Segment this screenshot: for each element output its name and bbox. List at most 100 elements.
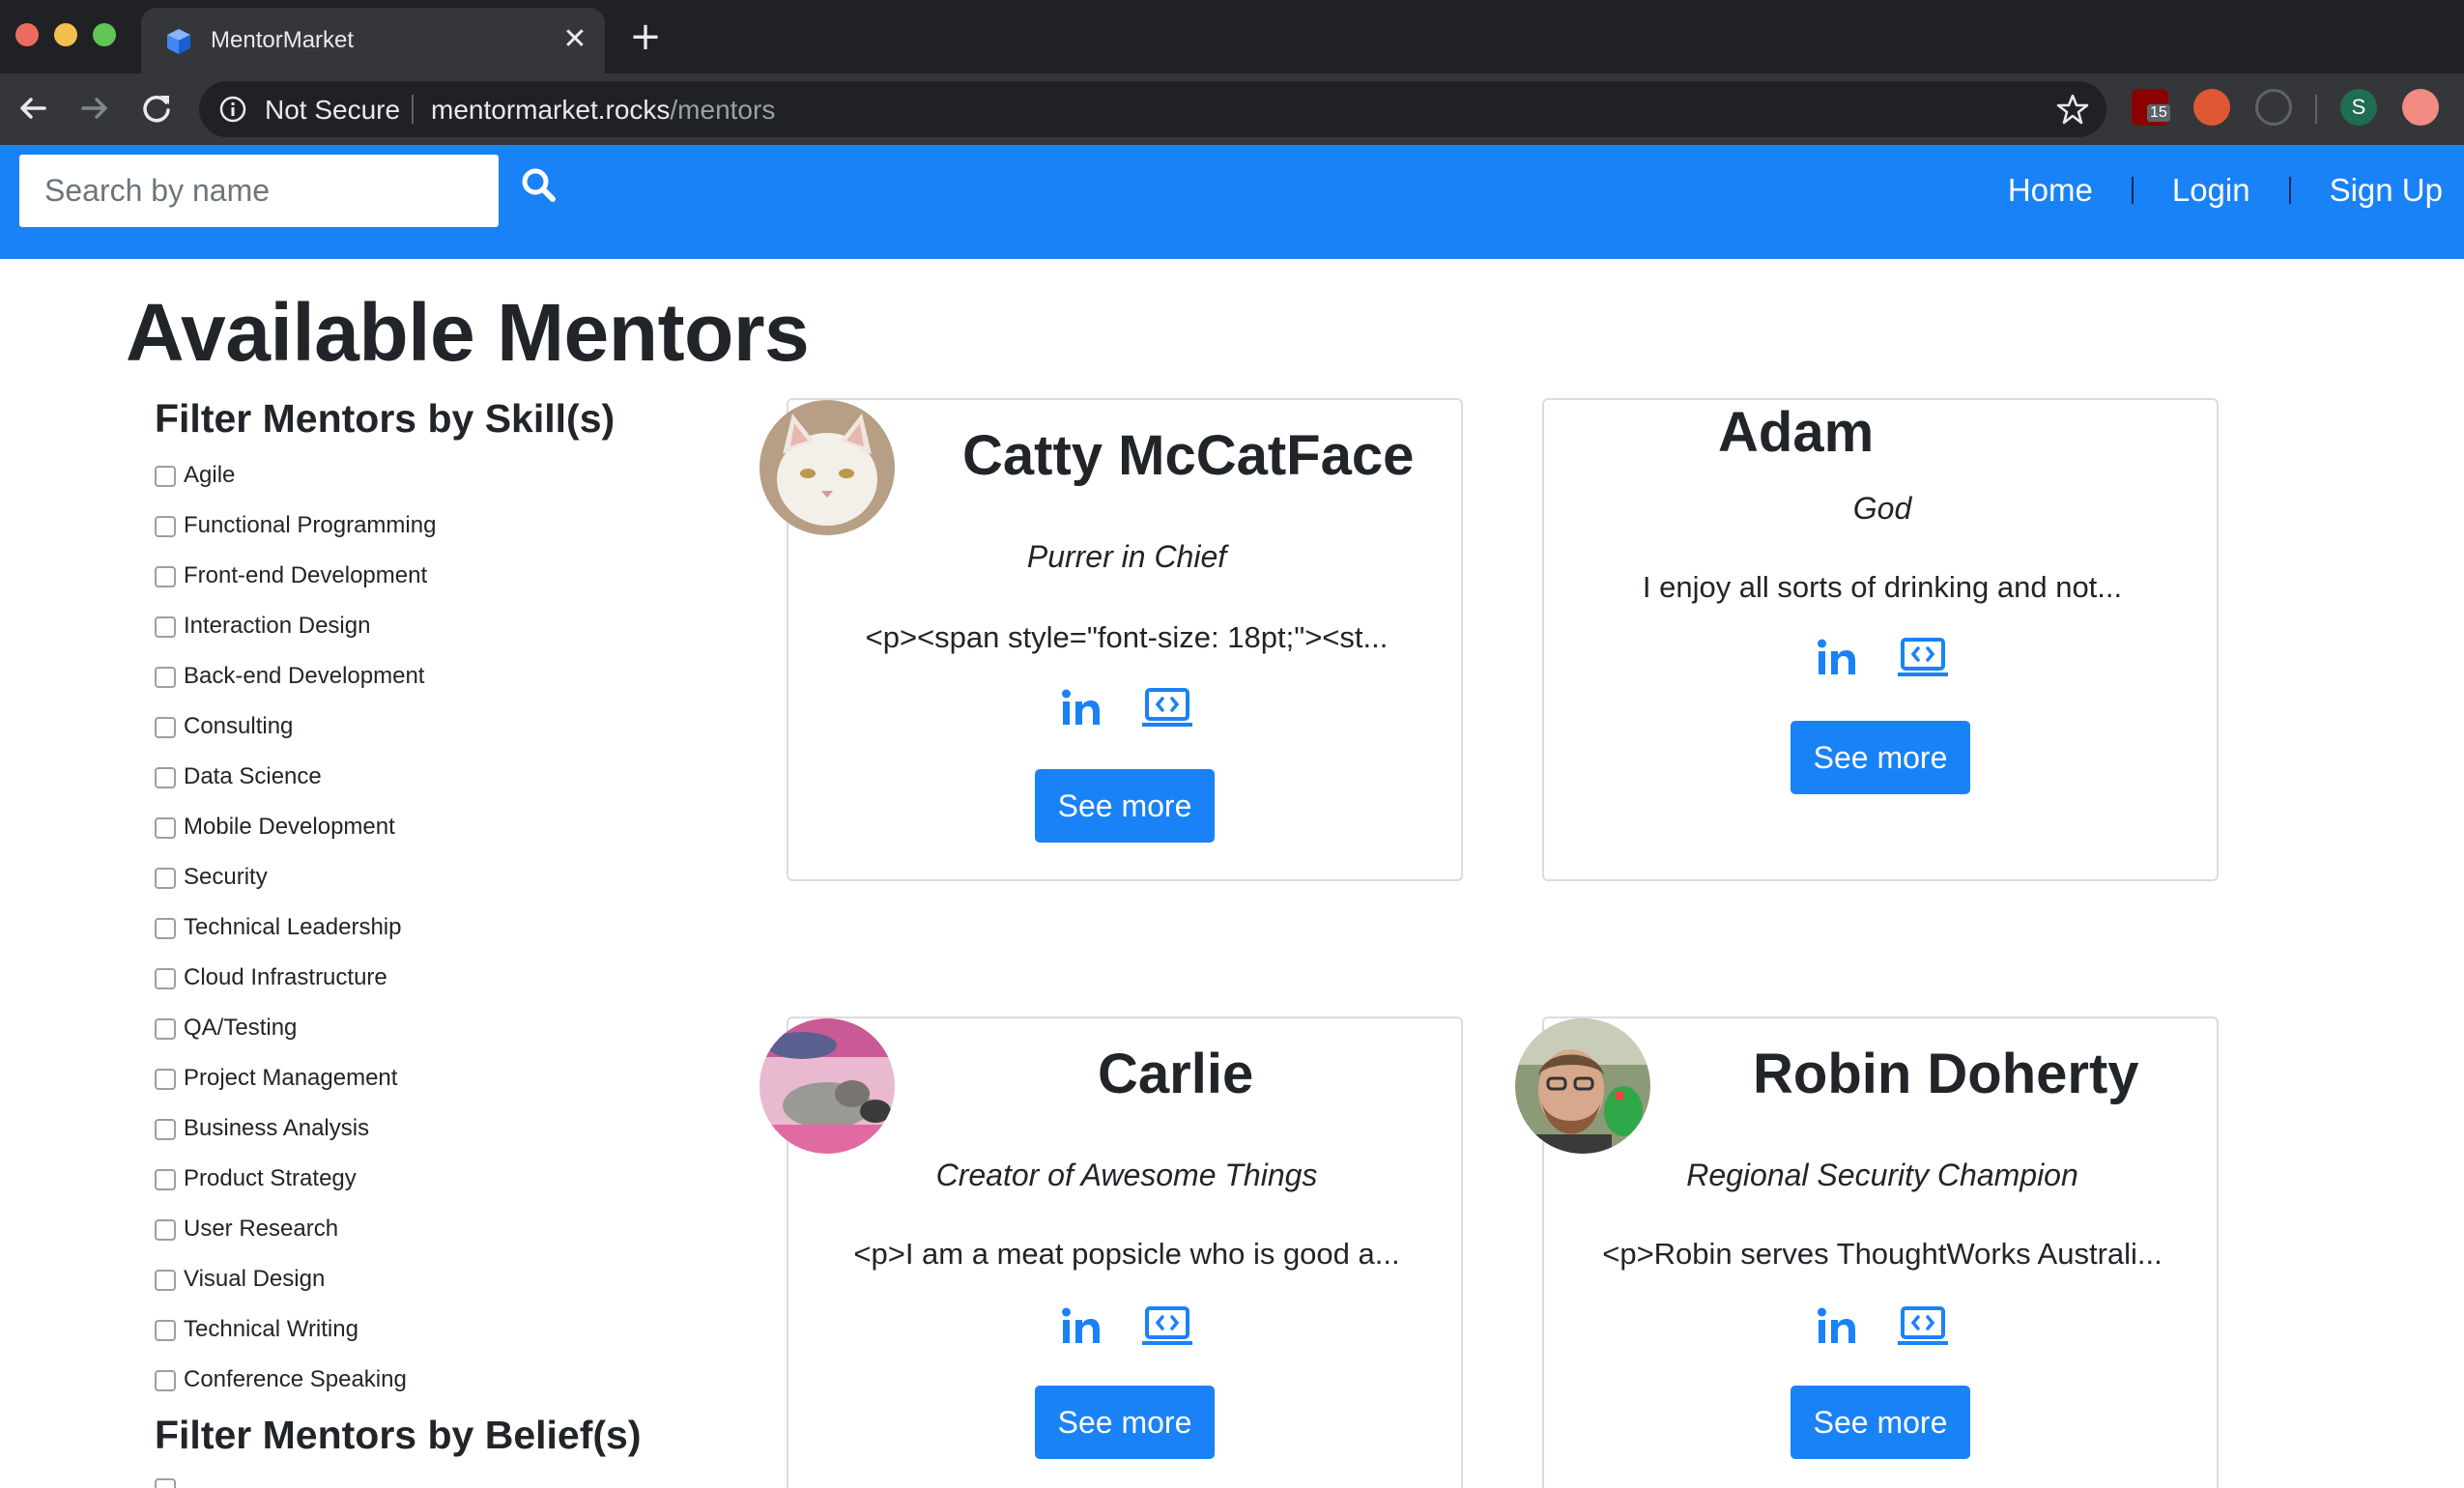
skill-filter-option[interactable]: Conference Speaking: [155, 1362, 638, 1413]
skill-checkbox[interactable]: [155, 616, 176, 638]
profile-avatar[interactable]: S: [2340, 89, 2377, 126]
skill-filter-option[interactable]: Technical Writing: [155, 1312, 638, 1362]
see-more-button[interactable]: See more: [1791, 1386, 1970, 1459]
skill-checkbox[interactable]: [155, 516, 176, 537]
mentor-title: God: [1852, 491, 1912, 526]
skill-filter-option[interactable]: Front-end Development: [155, 558, 638, 609]
skill-filter-option[interactable]: Functional Programming: [155, 508, 638, 558]
skill-checkbox[interactable]: [155, 1018, 176, 1040]
url-text[interactable]: mentormarket.rocks/mentors: [431, 95, 775, 126]
forward-arrow-icon[interactable]: [73, 87, 116, 129]
site-header: Home Login Sign Up: [0, 145, 2464, 259]
skill-filter-option[interactable]: Consulting: [155, 709, 638, 759]
info-icon[interactable]: [218, 95, 247, 124]
mentor-bio: <p>I am a meat popsicle who is good a...: [853, 1237, 1400, 1271]
skill-filter-option[interactable]: Technical Leadership: [155, 910, 638, 960]
skill-checkbox[interactable]: [155, 466, 176, 487]
skill-filter-option[interactable]: Visual Design: [155, 1262, 638, 1312]
mentor-links: [788, 1304, 1465, 1349]
mentor-links: [1544, 1304, 2220, 1349]
laptop-code-icon[interactable]: [1896, 1304, 1950, 1349]
skill-checkbox[interactable]: [155, 767, 176, 788]
skill-filter-option[interactable]: Cloud Infrastructure: [155, 960, 638, 1011]
search-input[interactable]: [19, 155, 499, 227]
reload-icon[interactable]: [135, 87, 178, 129]
mentor-name: Adam: [1718, 401, 1875, 464]
page-title: Available Mentors: [126, 287, 810, 378]
skill-checkbox[interactable]: [155, 1219, 176, 1241]
mentor-bio: <p>Robin serves ThoughtWorks Australi...: [1602, 1237, 2163, 1271]
new-tab-button[interactable]: +: [628, 17, 663, 56]
bookmark-star-icon[interactable]: [2056, 93, 2089, 126]
browser-tab-bar: MentorMarket ✕ +: [0, 0, 2464, 73]
url-path: /mentors: [670, 95, 776, 125]
skill-filter-option[interactable]: Agile: [155, 458, 638, 508]
cube-favicon-icon: [167, 29, 190, 54]
info-extension-icon[interactable]: [2255, 89, 2292, 126]
skills-filter-heading: Filter Mentors by Skill(s): [155, 396, 616, 441]
skill-label: Security: [184, 864, 268, 890]
skill-checkbox[interactable]: [155, 1069, 176, 1090]
toolbar-divider: [2315, 95, 2317, 124]
skill-filter-option[interactable]: Data Science: [155, 759, 638, 810]
skill-filter-option[interactable]: Back-end Development: [155, 659, 638, 709]
skill-checkbox[interactable]: [155, 968, 176, 989]
beliefs-filter-list: [155, 1478, 444, 1488]
laptop-code-icon[interactable]: [1896, 636, 1950, 680]
belief-checkbox[interactable]: [155, 1478, 176, 1488]
skill-checkbox[interactable]: [155, 1370, 176, 1391]
addon-extension-icon[interactable]: [2402, 89, 2439, 126]
tab-close-icon[interactable]: ✕: [559, 23, 591, 56]
skill-checkbox[interactable]: [155, 1119, 176, 1140]
skill-filter-option[interactable]: Project Management: [155, 1061, 638, 1111]
skill-label: Consulting: [184, 713, 294, 739]
skill-filter-option[interactable]: Interaction Design: [155, 609, 638, 659]
skill-checkbox[interactable]: [155, 566, 176, 587]
linkedin-icon[interactable]: [1059, 686, 1103, 730]
skill-filter-option[interactable]: Business Analysis: [155, 1111, 638, 1161]
skill-label: Agile: [184, 462, 236, 488]
nav-signup-link[interactable]: Sign Up: [2330, 172, 2443, 209]
laptop-code-icon[interactable]: [1140, 1304, 1194, 1349]
skill-filter-option[interactable]: Security: [155, 860, 638, 910]
address-bar[interactable]: Not Secure mentormarket.rocks/mentors: [199, 81, 2106, 137]
skill-filter-option[interactable]: Product Strategy: [155, 1161, 638, 1212]
see-more-button[interactable]: See more: [1035, 769, 1215, 843]
linkedin-icon[interactable]: [1815, 636, 1859, 680]
skill-label: Business Analysis: [184, 1115, 370, 1141]
skill-checkbox[interactable]: [155, 1169, 176, 1190]
see-more-button[interactable]: See more: [1035, 1386, 1215, 1459]
security-status: Not Secure: [265, 95, 401, 125]
laptop-code-icon[interactable]: [1140, 686, 1194, 730]
skill-checkbox[interactable]: [155, 817, 176, 839]
mentor-bio: <p><span style="font-size: 18pt;"><st...: [865, 620, 1389, 654]
skill-checkbox[interactable]: [155, 918, 176, 939]
skill-checkbox[interactable]: [155, 1270, 176, 1291]
nav-login-link[interactable]: Login: [2172, 172, 2250, 209]
mentor-name: Catty McCatFace: [962, 424, 1415, 487]
linkedin-icon[interactable]: [1815, 1304, 1859, 1349]
skill-filter-option[interactable]: Mobile Development: [155, 810, 638, 860]
skills-filter-list: Agile Functional Programming Front-end D…: [155, 458, 638, 1413]
skill-label: QA/Testing: [184, 1015, 298, 1041]
skill-label: User Research: [184, 1216, 339, 1242]
close-window-button[interactable]: [15, 23, 39, 46]
skill-filter-option[interactable]: User Research: [155, 1212, 638, 1262]
mentor-bio: I enjoy all sorts of drinking and not...: [1642, 570, 2123, 604]
back-arrow-icon[interactable]: [12, 87, 54, 129]
linkedin-icon[interactable]: [1059, 1304, 1103, 1349]
maximize-window-button[interactable]: [93, 23, 116, 46]
skill-checkbox[interactable]: [155, 717, 176, 738]
mentor-card: Adam God I enjoy all sorts of drinking a…: [1542, 398, 2219, 881]
skill-filter-option[interactable]: QA/Testing: [155, 1011, 638, 1061]
skill-checkbox[interactable]: [155, 1320, 176, 1341]
duckduckgo-extension-icon[interactable]: [2193, 89, 2230, 126]
skill-checkbox[interactable]: [155, 667, 176, 688]
browser-tab[interactable]: MentorMarket ✕: [141, 8, 605, 73]
minimize-window-button[interactable]: [54, 23, 77, 46]
search-icon[interactable]: [518, 164, 560, 207]
skill-checkbox[interactable]: [155, 868, 176, 889]
see-more-button[interactable]: See more: [1791, 721, 1970, 794]
ublock-extension-icon[interactable]: 15: [2132, 89, 2170, 126]
nav-home-link[interactable]: Home: [2008, 172, 2093, 209]
